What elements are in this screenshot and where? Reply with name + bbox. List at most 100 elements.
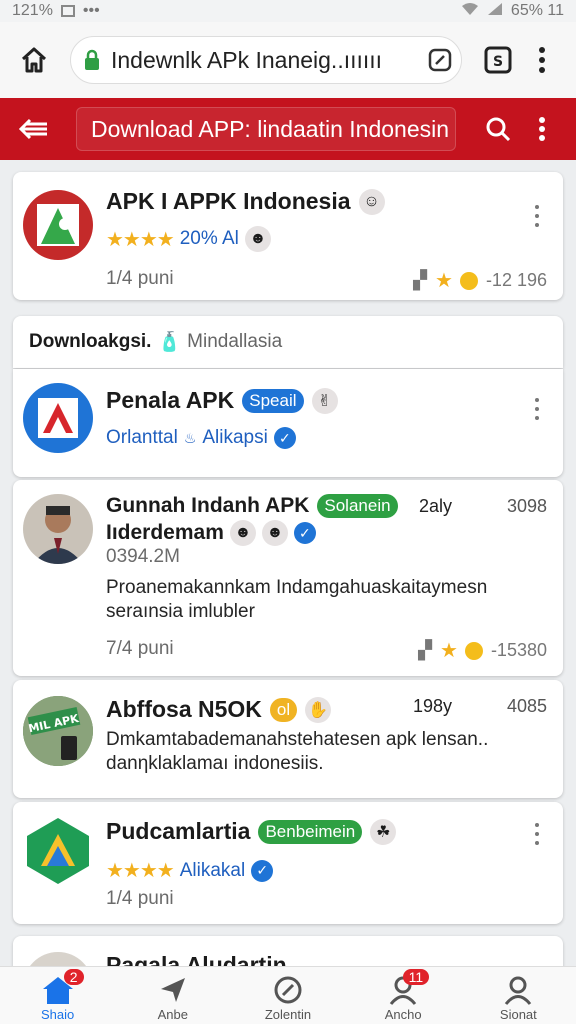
nav-badge: 2 — [63, 969, 84, 985]
nav-profile[interactable]: Sionat — [488, 975, 548, 1024]
rating-text: 20% Al — [179, 228, 239, 249]
nav-notifications[interactable]: 11 Ancho — [373, 969, 433, 1024]
smiley-icon: ☺ — [358, 188, 385, 215]
profile-icon — [505, 976, 532, 1005]
card-menu-button[interactable] — [527, 395, 547, 423]
back-button[interactable] — [12, 107, 56, 151]
developer-name: Orlanttal — [106, 427, 178, 448]
nav-send[interactable]: Anbe — [143, 975, 203, 1024]
nav-label: Anbe — [157, 1007, 188, 1022]
app-card[interactable]: Pudcamlartia Benbeimein ☘ ★★★★ Alikakal … — [13, 802, 563, 924]
nav-label: Shaio — [40, 1007, 75, 1022]
emoji-icon: ✌ — [311, 387, 338, 414]
post-time: 2aly — [419, 496, 453, 516]
star-icon[interactable]: ★ — [440, 638, 458, 663]
react-count: -15380 — [490, 640, 547, 660]
coin-icon — [464, 641, 483, 660]
app-title: APK I APPK Indonesia — [106, 188, 351, 214]
browser-menu-button[interactable] — [520, 38, 564, 82]
bottles-icon: 🧴 — [157, 332, 182, 353]
home-icon — [21, 47, 47, 73]
fire-icon: ♨ — [183, 429, 197, 446]
section-title: Downloakgsi. — [29, 331, 152, 352]
rating-stars-icon: ★★★★ — [106, 228, 175, 251]
post-body: Dmkamtabademanahstehatesen apk lensan.. … — [106, 729, 489, 774]
category-text: Alikapsi — [202, 427, 268, 448]
emoji-icon: ☘ — [370, 818, 397, 845]
bottom-navigation: 2 Shaio Anbe Zolentin 11 Ancho Sionat — [0, 966, 576, 1024]
app-logo-icon — [23, 383, 93, 453]
verified-icon: ✓ — [251, 859, 274, 882]
verified-icon: ✓ — [293, 522, 316, 544]
emoji-icon: ☻ — [261, 520, 288, 546]
search-button[interactable] — [476, 107, 520, 151]
post-subtitle: Iıderdemam — [106, 521, 224, 544]
post-count: 3098 — [506, 496, 547, 516]
app-card[interactable]: MIL APK Abffosa N5OK ol ✋ 198y 4085 Dmka… — [13, 680, 563, 798]
app-thumbnail: MIL APK — [23, 696, 93, 766]
card-menu-button[interactable] — [527, 820, 547, 848]
app-title: Abffosa N5OK — [106, 696, 262, 722]
app-card[interactable]: Penala APK Speail ✌ Orlanttal ♨ Alikapsi… — [13, 369, 563, 477]
more-vert-icon — [539, 47, 545, 73]
emoji-icon: ☻ — [229, 520, 256, 546]
app-badge: Benbeimein — [258, 819, 363, 844]
nav-home[interactable]: 2 Shaio — [28, 969, 88, 1024]
thumbs-icon[interactable]: ▞ — [413, 270, 427, 291]
home-button[interactable] — [12, 38, 56, 82]
post-body: Proanemakannkam Indamgahuaskaitaymesn se… — [106, 577, 488, 622]
address-bar[interactable]: Indewnlk APk Inaneig..ıııııı — [70, 36, 462, 84]
emoji-icon: ✋ — [305, 696, 332, 723]
app-card[interactable]: Pagala Aludartin — [13, 936, 563, 968]
card-menu-button[interactable] — [527, 202, 547, 230]
status-right-text: 65% 11 — [510, 2, 564, 19]
tabs-icon: S — [484, 46, 512, 74]
rating-stars-icon: ★★★★ — [106, 860, 175, 882]
image-icon — [60, 5, 75, 17]
thumbs-icon[interactable]: ▞ — [418, 640, 432, 661]
app-feed[interactable]: APK I APPK Indonesia ☺ ★★★★ 20% Al ☻ 1/4… — [0, 160, 576, 968]
more-dots-icon: ••• — [82, 2, 100, 19]
app-logo-icon — [23, 816, 93, 886]
svg-text:S: S — [493, 54, 503, 70]
verified-icon: ✓ — [273, 427, 296, 449]
section-subtitle: Mindallasia — [187, 331, 283, 352]
card-meta: 1/4 puni — [106, 888, 174, 909]
nav-badge: 11 — [402, 969, 430, 985]
app-title: Pudcamlartia — [106, 818, 251, 844]
edit-icon — [428, 48, 452, 72]
coin-icon — [459, 271, 478, 290]
star-icon[interactable]: ★ — [435, 268, 453, 293]
app-badge: Solanein — [317, 494, 398, 518]
card-meta: 1/4 puni — [106, 268, 174, 289]
lock-icon — [85, 49, 99, 70]
post-count: 4085 — [506, 696, 547, 716]
nav-label: Ancho — [384, 1007, 422, 1022]
app-card[interactable]: Gunnah Indanh APK Solanein 2aly 3098 Iıd… — [13, 480, 563, 676]
app-badge: Speail — [242, 388, 304, 413]
app-title: Gunnah Indanh APK — [106, 494, 310, 517]
battery-percent: 121% — [12, 2, 53, 19]
nav-compose[interactable]: Zolentin — [258, 975, 318, 1024]
app-title: Penala APK — [106, 387, 235, 413]
app-header: Download APP: lindaatin Indonesin — [0, 98, 576, 160]
compose-icon — [274, 976, 302, 1004]
card-meta: 7/4 puni — [106, 638, 174, 659]
app-card[interactable]: APK I APPK Indonesia ☺ ★★★★ 20% Al ☻ 1/4… — [13, 172, 563, 300]
nav-label: Sionat — [499, 1007, 537, 1022]
tabs-button[interactable]: S — [476, 38, 520, 82]
signal-icon — [487, 2, 503, 21]
header-menu-button[interactable] — [520, 107, 564, 151]
url-text: Indewnlk APk Inaneig..ıııııı — [111, 46, 383, 73]
wifi-icon — [461, 2, 479, 21]
app-badge: ol — [269, 697, 298, 722]
category-text: Alikakal — [179, 859, 246, 881]
send-icon — [160, 978, 185, 1002]
post-time: 198y — [413, 696, 453, 716]
more-vert-icon — [539, 117, 545, 141]
status-bar: 121% ••• 65% 11 — [0, 0, 576, 22]
browser-toolbar: Indewnlk APk Inaneig..ıııııı S — [0, 22, 576, 98]
emoji-icon: ☻ — [244, 226, 271, 252]
back-arrow-icon — [18, 118, 47, 140]
section-header: Downloakgsi. 🧴 Mindallasia — [13, 316, 563, 368]
